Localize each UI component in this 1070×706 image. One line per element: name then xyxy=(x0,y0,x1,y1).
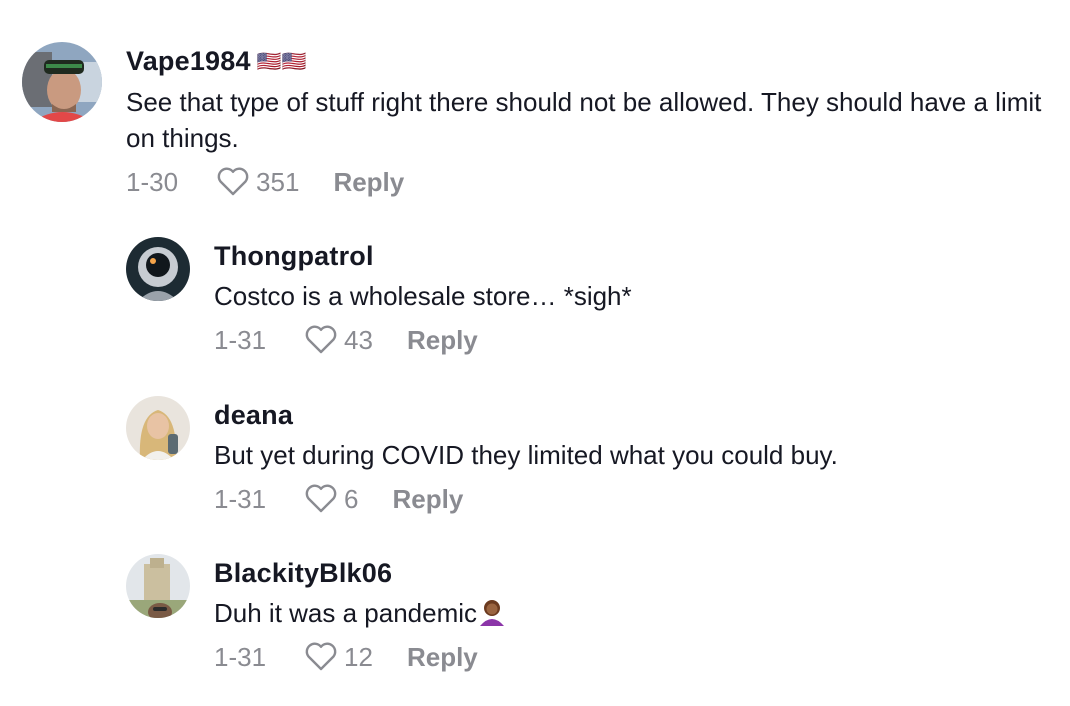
avatar[interactable] xyxy=(126,237,190,301)
comment-text: See that type of stuff right there shoul… xyxy=(126,87,1042,153)
comment-date: 1-31 xyxy=(214,483,267,514)
like-count: 12 xyxy=(344,641,373,672)
reply-button[interactable]: Reply xyxy=(333,167,404,198)
heart-icon xyxy=(305,325,337,354)
like-button[interactable]: 351 xyxy=(216,167,299,198)
like-button[interactable]: 43 xyxy=(304,325,373,356)
avatar[interactable] xyxy=(22,42,102,122)
like-count: 43 xyxy=(344,324,373,355)
heart-icon xyxy=(217,167,249,196)
reply-button[interactable]: Reply xyxy=(407,325,478,356)
comment-text: Duh it was a pandemic xyxy=(214,595,1034,631)
heart-icon xyxy=(305,484,337,513)
like-count: 6 xyxy=(344,483,359,514)
reply-button[interactable]: Reply xyxy=(393,484,464,515)
heart-icon xyxy=(305,642,337,671)
comment-date: 1-31 xyxy=(214,324,267,355)
flag-icons: 🇺🇸🇺🇸 xyxy=(256,51,307,73)
avatar[interactable] xyxy=(126,396,190,460)
comment-username[interactable]: BlackityBlk06 xyxy=(214,557,1034,589)
comment-text: Costco is a wholesale store… *sigh* xyxy=(214,281,632,311)
comment-date: 1-30 xyxy=(126,166,179,197)
person-shrugging-emoji-icon xyxy=(480,600,505,626)
reply-button[interactable]: Reply xyxy=(407,642,478,673)
comment-username[interactable]: deana xyxy=(214,399,1034,431)
like-count: 351 xyxy=(256,166,300,197)
comment-username[interactable]: Thongpatrol xyxy=(214,240,1034,272)
avatar[interactable] xyxy=(126,554,190,618)
comment-date: 1-31 xyxy=(214,641,267,672)
comment-username[interactable]: Vape1984 🇺🇸🇺🇸 xyxy=(126,45,1046,78)
like-button[interactable]: 6 xyxy=(304,483,359,515)
like-button[interactable]: 12 xyxy=(304,642,373,673)
comment-text: But yet during COVID they limited what y… xyxy=(214,440,838,470)
